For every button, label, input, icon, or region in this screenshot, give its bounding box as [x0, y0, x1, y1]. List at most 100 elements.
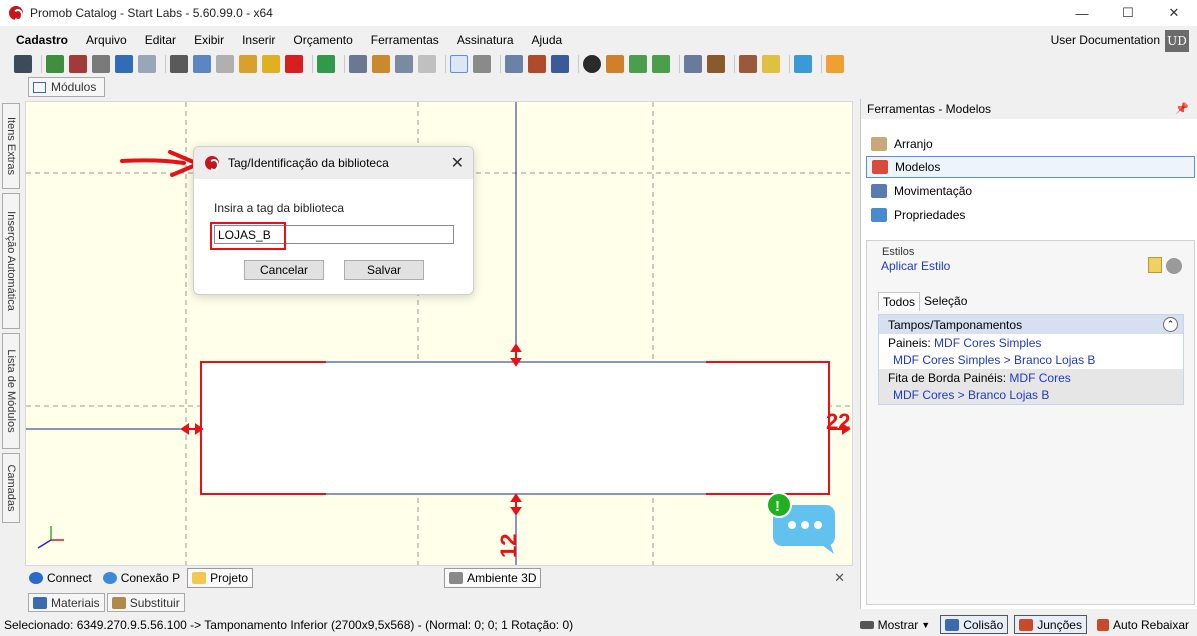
pin-icon[interactable]: 📌: [1175, 102, 1189, 115]
layout-icon[interactable]: [349, 55, 367, 73]
fita-borda-sub-link[interactable]: MDF Cores > Branco Lojas B: [888, 388, 1174, 402]
nav-movimentacao[interactable]: Movimentação: [866, 180, 1195, 202]
window-icon[interactable]: [684, 55, 702, 73]
save-button[interactable]: Salvar: [344, 260, 424, 280]
tab-connect-label: Connect: [47, 571, 92, 585]
copy-icon[interactable]: [193, 55, 211, 73]
print-preview-icon[interactable]: [92, 55, 110, 73]
tab-conexao-p[interactable]: Conexão P: [99, 568, 184, 588]
panel-icon[interactable]: [418, 55, 436, 73]
tab-materiais-label: Materiais: [51, 595, 100, 610]
save-icon[interactable]: [14, 55, 32, 73]
annotation-highlight-box: [210, 222, 286, 250]
box-icon[interactable]: [707, 55, 725, 73]
auto-rebaixar-toggle[interactable]: Auto Rebaixar: [1093, 615, 1193, 634]
library-tag-dialog: Tag/Identificação da biblioteca ✕ Insira…: [193, 146, 474, 295]
materials-icon: [33, 596, 47, 609]
cut-icon[interactable]: [170, 55, 188, 73]
print-icon[interactable]: [46, 55, 64, 73]
gear-icon[interactable]: [1166, 258, 1182, 274]
toolbar-separator: [41, 55, 42, 73]
redo-icon[interactable]: [138, 55, 156, 73]
tab-connect[interactable]: Connect: [25, 568, 96, 588]
user-documentation-link[interactable]: User Documentation: [1051, 33, 1160, 47]
render-icon[interactable]: [739, 55, 757, 73]
maximize-button[interactable]: ☐: [1105, 0, 1151, 26]
chat-bubble-icon[interactable]: !: [766, 492, 835, 554]
undo-icon[interactable]: [115, 55, 133, 73]
fita-borda-row: Fita de Borda Painéis: MDF Cores MDF Cor…: [879, 369, 1183, 404]
tab-todos[interactable]: Todos: [878, 292, 921, 311]
user-icon[interactable]: [826, 55, 844, 73]
fita-borda-value-link[interactable]: MDF Cores: [1009, 371, 1070, 385]
delete-icon[interactable]: [285, 55, 303, 73]
nav-arranjo-label: Arranjo: [894, 137, 933, 151]
menu-exibir[interactable]: Exibir: [185, 33, 233, 47]
toolbar-separator: [679, 55, 680, 73]
tab-modulos[interactable]: Módulos: [28, 77, 105, 97]
annotation-arrow: [120, 150, 200, 177]
light-icon[interactable]: [762, 55, 780, 73]
tab-ambiente-3d[interactable]: Ambiente 3D: [444, 568, 542, 588]
selected-panel[interactable]: [200, 361, 830, 495]
paint-icon[interactable]: [262, 55, 280, 73]
menu-cadastro[interactable]: Cadastro: [7, 33, 77, 47]
tab-camadas[interactable]: Camadas: [2, 453, 20, 523]
avatar[interactable]: UD: [1165, 30, 1189, 52]
arrow-right-icon[interactable]: [652, 55, 670, 73]
menu-orcamento[interactable]: Orçamento: [284, 33, 361, 47]
dimension-arrow-top-head: [510, 343, 522, 352]
shape-icon[interactable]: [395, 55, 413, 73]
arrow-left-icon[interactable]: [629, 55, 647, 73]
menu-inserir[interactable]: Inserir: [233, 33, 284, 47]
menu-arquivo[interactable]: Arquivo: [77, 33, 136, 47]
juncoes-toggle[interactable]: Junções: [1014, 615, 1087, 634]
tools-panel-title: Ferramentas - Modelos: [867, 102, 992, 116]
nav-modelos[interactable]: Modelos: [866, 156, 1195, 178]
menu-assinatura[interactable]: Assinatura: [448, 33, 523, 47]
hammer-icon[interactable]: [239, 55, 257, 73]
view-3d-icon[interactable]: [551, 55, 569, 73]
ruler-icon[interactable]: [528, 55, 546, 73]
tab-materiais[interactable]: Materiais: [28, 593, 105, 612]
cancel-button[interactable]: Cancelar: [244, 260, 324, 280]
chat-icon[interactable]: [794, 55, 812, 73]
dimension-arrow-left-head: [180, 423, 189, 435]
tab-selecao[interactable]: Seleção: [920, 292, 971, 311]
tab-substituir[interactable]: Substituir: [106, 593, 185, 612]
printer-setup-icon[interactable]: [69, 55, 87, 73]
category-header[interactable]: Tampos/Tamponamentos ⌃: [879, 315, 1183, 334]
collapse-icon[interactable]: ⌃: [1163, 317, 1178, 332]
apply-style-link[interactable]: Aplicar Estilo: [881, 259, 950, 273]
tab-insercao-automatica[interactable]: Inserção Automática: [2, 193, 20, 329]
dock-close-button[interactable]: ✕: [834, 570, 845, 586]
tab-camadas-label: Camadas: [5, 464, 17, 512]
tab-lista-de-modulos[interactable]: Lista de Módulos: [2, 333, 20, 449]
layers-icon[interactable]: [505, 55, 523, 73]
bricks-icon[interactable]: [372, 55, 390, 73]
paste-icon[interactable]: [216, 55, 234, 73]
menu-ferramentas[interactable]: Ferramentas: [362, 33, 448, 47]
menu-editar[interactable]: Editar: [136, 33, 185, 47]
tab-itens-extras[interactable]: Itens Extras: [2, 103, 20, 189]
mostrar-dropdown[interactable]: Mostrar ▼: [856, 615, 935, 634]
menu-ajuda[interactable]: Ajuda: [523, 33, 572, 47]
paineis-value-link[interactable]: MDF Cores Simples: [934, 336, 1041, 350]
new-style-icon[interactable]: [1148, 257, 1162, 273]
measure-icon[interactable]: [473, 55, 491, 73]
auto-rebaixar-label: Auto Rebaixar: [1112, 617, 1189, 632]
nav-propriedades[interactable]: Propriedades: [866, 204, 1195, 226]
tab-projeto[interactable]: Projeto: [187, 568, 254, 588]
paineis-sub-link[interactable]: MDF Cores Simples > Branco Lojas B: [888, 353, 1174, 367]
module-icon[interactable]: [606, 55, 624, 73]
dialog-close-button[interactable]: ✕: [451, 153, 464, 173]
main-toolbar: [0, 51, 1197, 77]
budget-icon[interactable]: [317, 55, 335, 73]
nav-arranjo[interactable]: Arranjo: [866, 133, 1195, 155]
colisao-toggle[interactable]: Colisão: [940, 615, 1009, 634]
minimize-button[interactable]: —: [1059, 0, 1105, 26]
close-window-button[interactable]: ✕: [1151, 0, 1197, 26]
eye-icon[interactable]: [583, 55, 601, 73]
pointer-icon[interactable]: [450, 55, 468, 73]
axis-gizmo-icon: [37, 526, 64, 549]
